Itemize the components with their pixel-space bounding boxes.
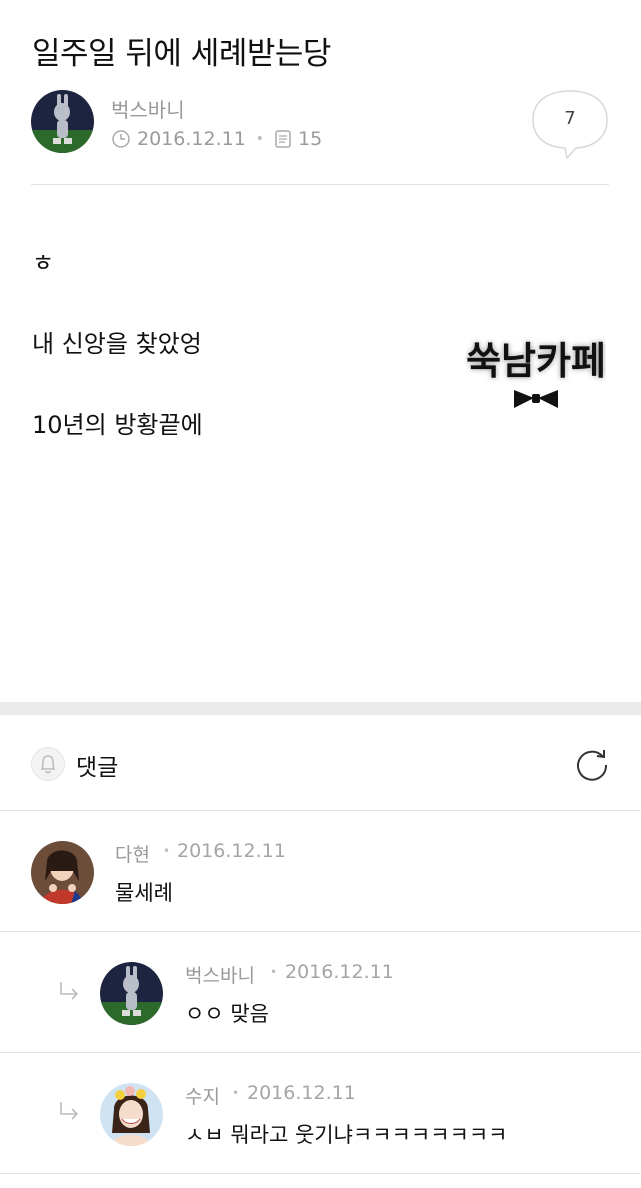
cafe-logo-image: 쑥남카페 쑥남카페 xyxy=(466,326,606,420)
refresh-button[interactable] xyxy=(573,745,611,783)
post-author-row: 벅스바니 2016.12.11 • 15 7 xyxy=(31,90,611,160)
bow-tie-icon xyxy=(514,390,558,408)
comments-title: 댓글 xyxy=(76,755,119,781)
post-title: 일주일 뒤에 세례받는당 xyxy=(32,36,331,72)
reply-arrow-icon xyxy=(60,982,79,1000)
section-separator xyxy=(0,702,641,715)
meta-separator: • xyxy=(232,1086,240,1100)
commenter-avatar[interactable] xyxy=(100,962,163,1025)
view-count: 15 xyxy=(298,128,323,150)
comment-count-button[interactable]: 7 xyxy=(531,90,609,160)
clock-icon xyxy=(112,130,130,148)
refresh-icon xyxy=(577,750,608,781)
author-avatar[interactable] xyxy=(31,90,94,153)
comment-date: 2016.12.11 xyxy=(247,1082,356,1104)
comment-author[interactable]: 수지 xyxy=(185,1082,220,1109)
meta-separator: • xyxy=(270,965,278,979)
commenter-avatar[interactable] xyxy=(31,841,94,904)
comment-text: ㅅㅂ 뭐라고 웃기냐ㅋㅋㅋㅋㅋㅋㅋㅋ xyxy=(185,1123,508,1147)
meta-separator: • xyxy=(163,844,171,858)
divider xyxy=(0,1173,641,1174)
comment-date: 2016.12.11 xyxy=(285,961,394,983)
comment-date: 2016.12.11 xyxy=(177,840,286,862)
comments-header: 댓글 xyxy=(0,715,641,811)
reply-arrow-icon xyxy=(60,1102,79,1120)
divider xyxy=(0,810,641,811)
comment-count: 7 xyxy=(564,108,576,129)
post-line: 내 신앙을 찾았엉 xyxy=(32,330,202,358)
document-icon xyxy=(275,130,291,148)
meta-separator: • xyxy=(255,131,265,147)
post-line: ㅎ xyxy=(32,249,55,277)
comment-text: ㅇㅇ 맞음 xyxy=(185,1002,269,1026)
header-divider xyxy=(31,184,609,185)
comment-author[interactable]: 벅스바니 xyxy=(185,961,255,988)
divider xyxy=(0,931,641,932)
post-date: 2016.12.11 xyxy=(137,128,246,150)
commenter-avatar[interactable] xyxy=(100,1083,163,1146)
logo-text: 쑥남카페 xyxy=(466,339,606,383)
post-meta: 2016.12.11 • 15 xyxy=(111,128,322,150)
author-name[interactable]: 벅스바니 xyxy=(111,94,185,123)
comment-text: 물세례 xyxy=(115,881,173,905)
bell-icon xyxy=(40,755,56,774)
post-line: 10년의 방황끝에 xyxy=(32,411,203,439)
divider xyxy=(0,1052,641,1053)
notification-bell-button[interactable] xyxy=(31,747,65,781)
comment-author[interactable]: 다현 xyxy=(115,840,150,867)
